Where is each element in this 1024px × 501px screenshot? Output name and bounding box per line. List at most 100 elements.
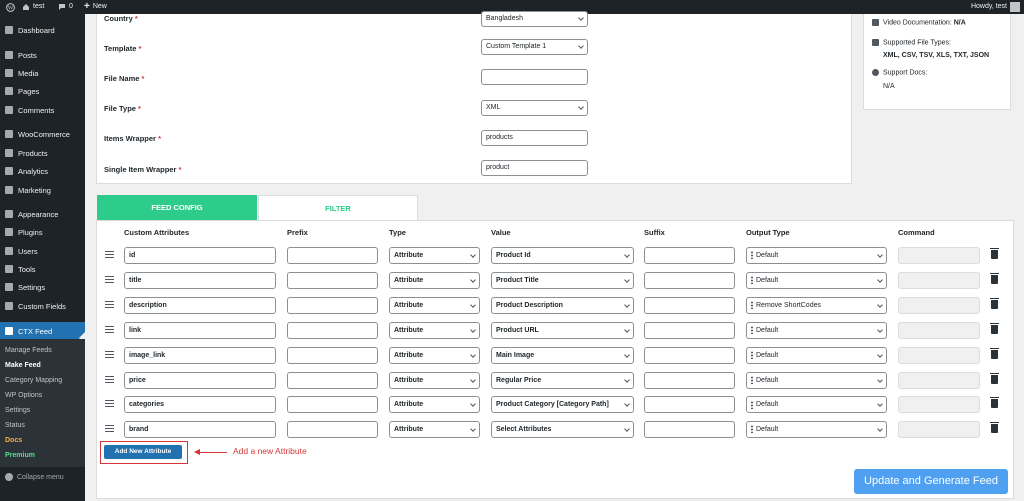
country-select[interactable]: Bangladesh <box>481 11 588 27</box>
output-select[interactable]: Default <box>746 396 887 414</box>
command-input[interactable] <box>898 247 980 264</box>
trash-icon[interactable] <box>990 322 999 334</box>
output-select[interactable]: Default <box>746 371 887 389</box>
sidebar-item-media[interactable]: Media <box>0 65 85 81</box>
submenu-category-mapping[interactable]: Category Mapping <box>5 377 62 384</box>
drag-handle-icon[interactable] <box>105 425 114 433</box>
file-name-input[interactable] <box>481 69 588 85</box>
command-input[interactable] <box>898 371 980 389</box>
suffix-input[interactable] <box>644 247 735 264</box>
output-select[interactable]: Default <box>746 247 887 264</box>
sidebar-item-custom-fields[interactable]: Custom Fields <box>0 298 85 314</box>
add-new-attribute-button[interactable]: Add New Attribute <box>104 445 182 459</box>
command-input[interactable] <box>898 321 980 339</box>
drag-handle-icon[interactable] <box>105 325 114 333</box>
prefix-input[interactable] <box>287 371 378 389</box>
trash-icon[interactable] <box>990 297 999 309</box>
value-select[interactable]: Product Description <box>491 296 634 314</box>
trash-icon[interactable] <box>990 272 999 284</box>
attr-input[interactable]: id <box>124 247 276 264</box>
submenu-manage-feeds[interactable]: Manage Feeds <box>5 347 52 354</box>
type-select[interactable]: Attribute <box>389 346 480 364</box>
command-input[interactable] <box>898 346 980 364</box>
prefix-input[interactable] <box>287 396 378 414</box>
attr-input[interactable]: image_link <box>124 346 276 364</box>
suffix-input[interactable] <box>644 346 735 364</box>
output-select[interactable]: Default <box>746 321 887 339</box>
submenu-wp-options[interactable]: WP Options <box>5 392 42 399</box>
value-select[interactable]: Select Attributes <box>491 421 634 439</box>
command-input[interactable] <box>898 271 980 289</box>
trash-icon[interactable] <box>990 397 999 409</box>
output-select[interactable]: Default <box>746 421 887 439</box>
command-input[interactable] <box>898 296 980 314</box>
type-select[interactable]: Attribute <box>389 271 480 289</box>
sidebar-item-users[interactable]: Users <box>0 243 85 259</box>
type-select[interactable]: Attribute <box>389 396 480 414</box>
sidebar-item-woocommerce[interactable]: WooCommerce <box>0 126 85 142</box>
prefix-input[interactable] <box>287 321 378 339</box>
type-select[interactable]: Attribute <box>389 247 480 264</box>
sidebar-item-tools[interactable]: Tools <box>0 261 85 277</box>
prefix-input[interactable] <box>287 296 378 314</box>
value-select[interactable]: Product Title <box>491 271 634 289</box>
trash-icon[interactable] <box>990 422 999 434</box>
sidebar-item-appearance[interactable]: Appearance <box>0 206 85 222</box>
attr-input[interactable]: description <box>124 296 276 314</box>
items-wrapper-input[interactable]: products <box>481 130 588 146</box>
collapse-menu-button[interactable]: Collapse menu <box>5 473 64 481</box>
drag-handle-icon[interactable] <box>105 300 114 308</box>
single-item-wrapper-input[interactable]: product <box>481 160 588 176</box>
drag-handle-icon[interactable] <box>105 275 114 283</box>
command-input[interactable] <box>898 421 980 439</box>
attr-input[interactable]: title <box>124 271 276 289</box>
sidebar-item-analytics[interactable]: Analytics <box>0 163 85 179</box>
tab-filter[interactable]: FILTER <box>258 195 418 221</box>
wordpress-logo-icon[interactable]: W <box>6 0 15 14</box>
trash-icon[interactable] <box>990 248 999 259</box>
value-select[interactable]: Main Image <box>491 346 634 364</box>
submenu-docs[interactable]: Docs <box>5 437 22 444</box>
sidebar-item-posts[interactable]: Posts <box>0 47 85 63</box>
update-generate-feed-button[interactable]: Update and Generate Feed <box>854 469 1008 494</box>
submenu-status[interactable]: Status <box>5 422 25 429</box>
submenu-premium[interactable]: Premium <box>5 452 35 459</box>
drag-handle-icon[interactable] <box>105 350 114 358</box>
sidebar-item-marketing[interactable]: Marketing <box>0 182 85 198</box>
output-select[interactable]: Remove ShortCodes <box>746 296 887 314</box>
output-select[interactable]: Default <box>746 346 887 364</box>
prefix-input[interactable] <box>287 346 378 364</box>
trash-icon[interactable] <box>990 372 999 384</box>
type-select[interactable]: Attribute <box>389 321 480 339</box>
template-select[interactable]: Custom Template 1 <box>481 39 588 55</box>
suffix-input[interactable] <box>644 421 735 439</box>
type-select[interactable]: Attribute <box>389 296 480 314</box>
file-type-select[interactable]: XML <box>481 100 588 116</box>
drag-handle-icon[interactable] <box>105 251 114 258</box>
type-select[interactable]: Attribute <box>389 371 480 389</box>
account-menu[interactable]: Howdy, test <box>971 0 1020 14</box>
value-select[interactable]: Product Category [Category Path] <box>491 396 634 414</box>
prefix-input[interactable] <box>287 421 378 439</box>
prefix-input[interactable] <box>287 247 378 264</box>
sidebar-item-ctx-feed[interactable]: CTX Feed <box>0 322 85 340</box>
submenu-settings[interactable]: Settings <box>5 407 30 414</box>
trash-icon[interactable] <box>990 347 999 359</box>
attr-input[interactable]: categories <box>124 396 276 414</box>
suffix-input[interactable] <box>644 371 735 389</box>
sidebar-item-plugins[interactable]: Plugins <box>0 224 85 240</box>
comments-link[interactable]: 0 <box>58 0 73 14</box>
type-select[interactable]: Attribute <box>389 421 480 439</box>
sidebar-item-comments[interactable]: Comments <box>0 102 85 118</box>
suffix-input[interactable] <box>644 271 735 289</box>
suffix-input[interactable] <box>644 396 735 414</box>
new-content-link[interactable]: + New <box>84 0 107 14</box>
tab-feed-config[interactable]: FEED CONFIG <box>97 195 257 221</box>
drag-handle-icon[interactable] <box>105 375 114 383</box>
sidebar-item-dashboard[interactable]: Dashboard <box>0 22 85 38</box>
site-name-link[interactable]: test <box>22 0 44 14</box>
value-select[interactable]: Product URL <box>491 321 634 339</box>
drag-handle-icon[interactable] <box>105 400 114 408</box>
command-input[interactable] <box>898 396 980 414</box>
attr-input[interactable]: price <box>124 371 276 389</box>
